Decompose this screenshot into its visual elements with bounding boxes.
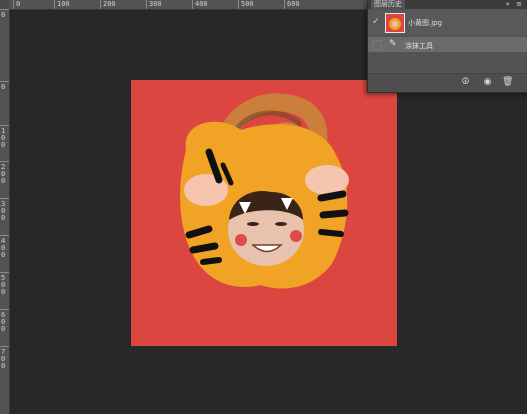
ruler-tick: 600: [284, 0, 300, 9]
eye: [275, 222, 287, 226]
visibility-toggle[interactable]: [372, 40, 382, 50]
stripe: [200, 257, 222, 265]
trash-icon[interactable]: 🗑: [502, 77, 513, 88]
ruler-tick: 6 0 0: [0, 309, 9, 333]
eye-icon[interactable]: ✓: [372, 17, 380, 27]
tiger-costume-photo: [180, 93, 349, 289]
panel-footer: ☮ ◉ 🗑: [368, 73, 527, 92]
ruler-tick: 1 0 0: [0, 125, 9, 149]
tab-layers[interactable]: 图层历史: [371, 0, 405, 9]
ruler-tick: 4 0 0: [0, 235, 9, 259]
layer-row[interactable]: ✎ 涂抹工具: [368, 37, 527, 52]
stripe: [319, 209, 349, 219]
smudge-brush-icon: ✎: [389, 39, 397, 49]
panel-menu-icon[interactable]: » ≡: [506, 0, 524, 9]
tiger-thumbnail-icon: [385, 13, 405, 33]
ruler-tick: 3 0 0: [0, 198, 9, 222]
ruler-tick: 0: [13, 0, 20, 9]
adjustment-icon[interactable]: ☮: [460, 77, 471, 88]
right-ear: [305, 165, 349, 195]
stripe: [189, 242, 219, 254]
ruler-tick: 5 0 0: [0, 272, 9, 296]
ruler-tick: 2 0 0: [0, 161, 9, 185]
blush-left: [235, 234, 247, 246]
stripe: [318, 229, 344, 237]
stripe: [317, 190, 347, 202]
camera-icon[interactable]: ◉: [482, 77, 493, 88]
ruler-tick: 100: [54, 0, 70, 9]
layer-name[interactable]: 小黄图.jpg: [408, 18, 442, 28]
panel-header: 图层历史 » ≡: [368, 0, 527, 9]
ruler-tick: 0: [0, 9, 9, 19]
ruler-tick: 7 0 0: [0, 346, 9, 370]
layer-row[interactable]: ✓ 小黄图.jpg: [368, 10, 527, 35]
document-canvas[interactable]: [131, 80, 397, 346]
blush-right: [290, 230, 302, 242]
layer-name[interactable]: 涂抹工具: [405, 41, 433, 51]
ruler-tick: 400: [192, 0, 208, 9]
ruler-tick: 200: [100, 0, 116, 9]
layers-panel[interactable]: 图层历史 » ≡ ✓ 小黄图.jpg ✎ 涂抹工具 ☮ ◉ 🗑: [367, 0, 527, 93]
ruler-corner: [0, 0, 9, 9]
eye: [247, 222, 259, 226]
ruler-tick: 300: [146, 0, 162, 9]
ruler-tick: 0: [0, 81, 9, 91]
ruler-tick: 500: [238, 0, 254, 9]
vertical-ruler[interactable]: 0 0 1 0 0 2 0 0 3 0 0 4 0 0 5 0 0 6 0 0 …: [0, 9, 10, 414]
